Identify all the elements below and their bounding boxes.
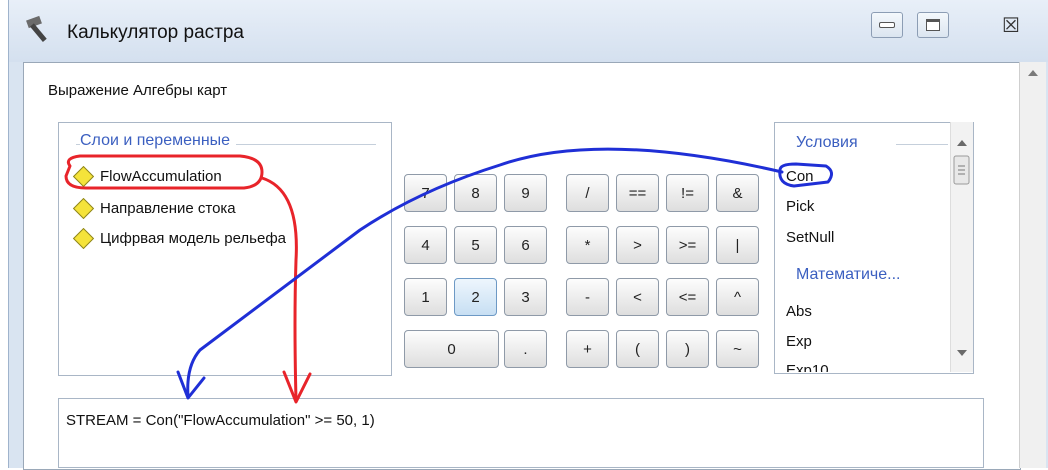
key-5[interactable]: 5	[454, 226, 497, 264]
raster-layer-icon	[72, 165, 95, 188]
map-algebra-label: Выражение Алгебры карт	[48, 82, 228, 99]
key-less[interactable]: <	[616, 278, 659, 316]
key-3[interactable]: 3	[504, 278, 547, 316]
function-item-exp[interactable]: Exp	[786, 333, 812, 350]
key-2[interactable]: 2	[454, 278, 497, 316]
title-bar: Калькулятор растра ☒	[9, 0, 1048, 62]
key-6[interactable]: 6	[504, 226, 547, 264]
close-button[interactable]: ☒	[981, 12, 1041, 38]
scroll-thumb[interactable]	[953, 155, 970, 185]
key-9[interactable]: 9	[504, 174, 547, 212]
key-equal[interactable]: ==	[616, 174, 659, 212]
key-close-paren[interactable]: )	[666, 330, 709, 368]
key-0[interactable]: 0	[404, 330, 499, 368]
layer-item-flow-direction[interactable]: Направление стока	[72, 197, 236, 220]
key-open-paren[interactable]: (	[616, 330, 659, 368]
layers-group-title: Слои и переменные	[80, 132, 237, 150]
hammer-icon	[23, 14, 57, 44]
key-7[interactable]: 7	[404, 174, 447, 212]
key-multiply[interactable]: *	[566, 226, 609, 264]
layer-label: FlowAccumulation	[100, 168, 222, 185]
conditions-group-title: Условия	[796, 134, 858, 151]
key-greater[interactable]: >	[616, 226, 659, 264]
layer-item-flowaccumulation[interactable]: FlowAccumulation	[72, 165, 222, 188]
maximize-button[interactable]	[917, 12, 949, 38]
layer-item-dem[interactable]: Цифрвая модель рельефа	[72, 227, 287, 250]
key-and[interactable]: &	[716, 174, 759, 212]
key-less-equal[interactable]: <=	[666, 278, 709, 316]
scroll-up-icon[interactable]	[957, 140, 967, 146]
key-4[interactable]: 4	[404, 226, 447, 264]
function-item-setnull[interactable]: SetNull	[786, 229, 834, 246]
raster-layer-icon	[72, 227, 95, 250]
key-or[interactable]: |	[716, 226, 759, 264]
layer-label: Цифрвая модель рельефа	[100, 230, 287, 247]
key-divide[interactable]: /	[566, 174, 609, 212]
key-1[interactable]: 1	[404, 278, 447, 316]
key-not-equal[interactable]: !=	[666, 174, 709, 212]
key-8[interactable]: 8	[454, 174, 497, 212]
close-icon: ☒	[1002, 14, 1020, 37]
dialog-scrollbar[interactable]	[1019, 62, 1046, 468]
key-plus[interactable]: +	[566, 330, 609, 368]
functions-scrollbar[interactable]	[950, 122, 973, 372]
raster-layer-icon	[72, 197, 95, 220]
math-group-title: Математиче...	[796, 266, 901, 283]
minimize-icon	[879, 22, 895, 28]
conditions-group-line	[896, 144, 948, 145]
function-item-exp10[interactable]: Exp10	[786, 362, 829, 372]
maximize-icon	[926, 19, 940, 31]
function-item-abs[interactable]: Abs	[786, 303, 812, 320]
key-decimal[interactable]: .	[504, 330, 547, 368]
minimize-button[interactable]	[871, 12, 903, 38]
expression-text: STREAM = Con("FlowAccumulation" >= 50, 1…	[66, 412, 375, 429]
scroll-up-icon[interactable]	[1020, 62, 1046, 82]
key-greater-equal[interactable]: >=	[666, 226, 709, 264]
layer-label: Направление стока	[100, 200, 236, 217]
layers-variables-panel	[58, 122, 392, 376]
scroll-down-icon[interactable]	[957, 350, 967, 356]
key-not[interactable]: ~	[716, 330, 759, 368]
window-title: Калькулятор растра	[67, 22, 244, 43]
key-power[interactable]: ^	[716, 278, 759, 316]
key-minus[interactable]: -	[566, 278, 609, 316]
function-item-pick[interactable]: Pick	[786, 198, 814, 215]
expression-input[interactable]	[58, 398, 984, 468]
function-item-con[interactable]: Con	[786, 168, 814, 185]
